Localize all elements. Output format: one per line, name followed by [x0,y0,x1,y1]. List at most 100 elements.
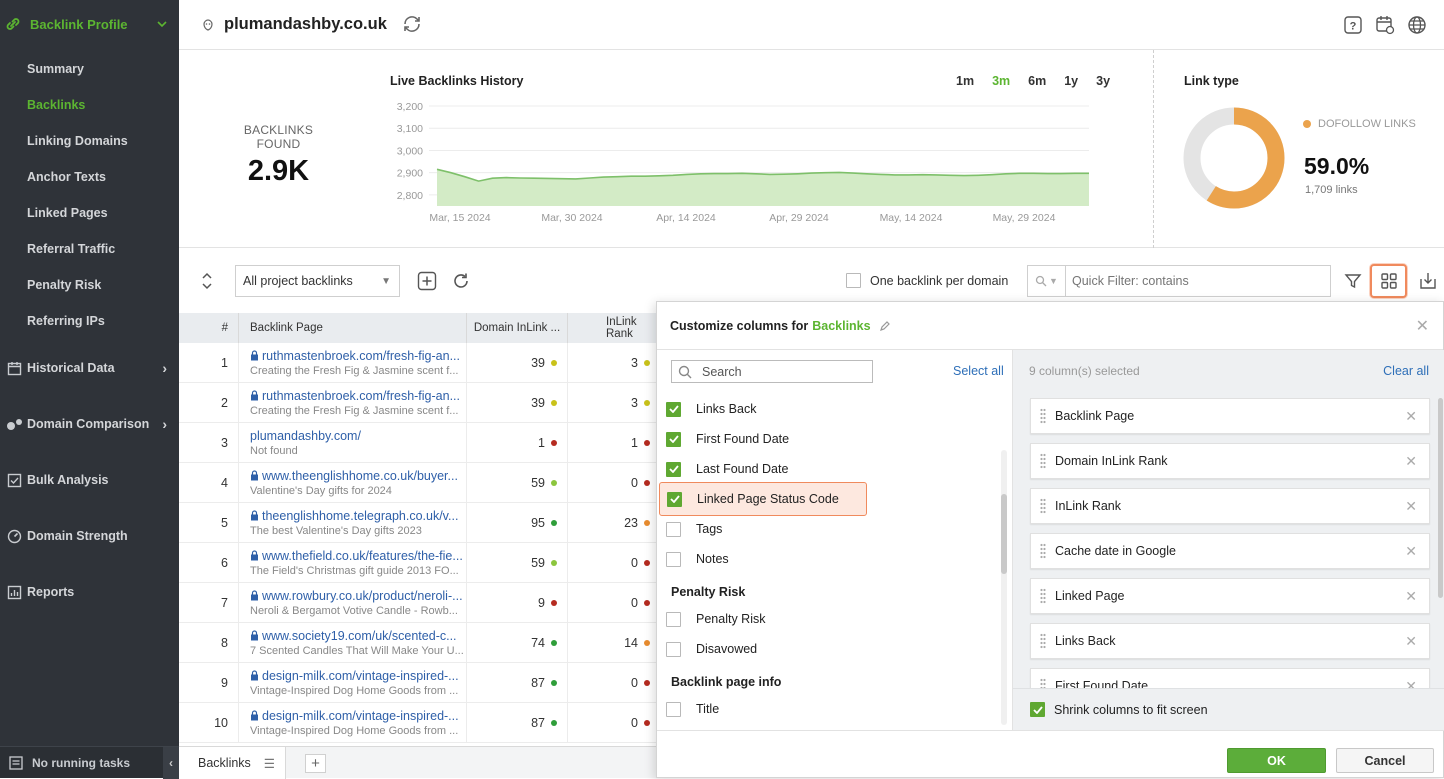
shrink-columns-option[interactable]: Shrink columns to fit screen [1013,688,1444,730]
sidebar-item-summary[interactable]: Summary [27,62,84,76]
sidebar-group-reports[interactable]: Reports [0,582,179,602]
table-row[interactable]: 4 www.theenglishhome.co.uk/buyer... Vale… [179,463,656,503]
menu-icon[interactable]: ☰ [264,756,275,771]
sidebar-item-linking-domains[interactable]: Linking Domains [27,134,128,148]
export-icon[interactable] [1418,271,1438,291]
option-linked-page-status-code[interactable]: Linked Page Status Code [659,482,867,516]
backlink-url[interactable]: plumandashby.com/ [250,429,466,443]
backlink-url[interactable]: www.theenglishhome.co.uk/buyer... [250,469,466,483]
option-first-found-date[interactable]: First Found Date [666,425,789,453]
collapse-sidebar-button[interactable]: ‹ [163,746,179,779]
selected-column-chip[interactable]: First Found Date ✕ [1030,668,1430,688]
column-header-inlink-rank[interactable]: InLink Rank [568,313,656,343]
drag-handle-icon[interactable] [1031,453,1055,469]
drag-handle-icon[interactable] [1031,633,1055,649]
column-header-number[interactable]: # [179,313,239,343]
backlink-url[interactable]: design-milk.com/vintage-inspired-... [250,709,466,723]
table-row[interactable]: 10 design-milk.com/vintage-inspired-... … [179,703,656,743]
quick-filter-input[interactable] [1066,274,1316,288]
checkbox[interactable] [666,521,681,537]
table-row[interactable]: 9 design-milk.com/vintage-inspired-... V… [179,663,656,703]
tab-backlinks[interactable]: Backlinks ☰ [179,747,286,779]
option-last-found-date[interactable]: Last Found Date [666,455,788,483]
selected-column-chip[interactable]: Domain InLink Rank ✕ [1030,443,1430,479]
backlink-url[interactable]: www.society19.com/uk/scented-c... [250,629,466,643]
checkbox[interactable] [666,551,681,567]
shrink-checkbox[interactable] [1030,702,1045,717]
backlink-url[interactable]: www.rowbury.co.uk/product/neroli-... [250,589,466,603]
remove-column-icon[interactable]: ✕ [1405,588,1417,605]
period-6m[interactable]: 6m [1028,74,1046,88]
selected-scrollbar[interactable] [1438,398,1443,688]
globe-icon[interactable] [1406,14,1428,36]
drag-handle-icon[interactable] [1031,543,1055,559]
cancel-button[interactable]: Cancel [1336,748,1434,773]
option-title[interactable]: Title [666,695,719,723]
filter-icon[interactable] [1343,271,1363,291]
period-1y[interactable]: 1y [1064,74,1078,88]
sidebar-item-anchor-texts[interactable]: Anchor Texts [27,170,106,184]
option-disavowed[interactable]: Disavowed [666,635,757,663]
one-per-domain-checkbox[interactable] [846,273,861,288]
filter-mode-dropdown[interactable]: ▼ [1028,266,1066,296]
clear-all-link[interactable]: Clear all [1383,364,1429,378]
remove-column-icon[interactable]: ✕ [1405,498,1417,515]
sidebar-group-bulk-analysis[interactable]: Bulk Analysis [0,470,179,490]
checkbox[interactable] [666,611,681,627]
checkbox[interactable] [666,701,681,717]
table-row[interactable]: 5 theenglishhome.telegraph.co.uk/v... Th… [179,503,656,543]
refresh-icon[interactable] [451,271,471,291]
table-row[interactable]: 2 ruthmastenbroek.com/fresh-fig-an... Cr… [179,383,656,423]
sidebar-group-historical-data[interactable]: Historical Data › [0,358,179,378]
one-backlink-per-domain[interactable]: One backlink per domain [846,273,1008,288]
table-row[interactable]: 6 www.thefield.co.uk/features/the-fie...… [179,543,656,583]
remove-column-icon[interactable]: ✕ [1405,408,1417,425]
sidebar-item-linked-pages[interactable]: Linked Pages [27,206,108,220]
add-icon[interactable] [417,271,437,291]
period-1m[interactable]: 1m [956,74,974,88]
schedule-icon[interactable] [1374,14,1396,36]
table-row[interactable]: 1 ruthmastenbroek.com/fresh-fig-an... Cr… [179,343,656,383]
remove-column-icon[interactable]: ✕ [1405,678,1417,689]
period-3y[interactable]: 3y [1096,74,1110,88]
close-icon[interactable]: ✕ [1416,316,1429,336]
drag-handle-icon[interactable] [1031,408,1055,424]
refresh-icon[interactable] [401,13,423,35]
period-3m[interactable]: 3m [992,74,1010,88]
column-search-field[interactable]: Search [671,360,873,383]
sidebar-group-domain-comparison[interactable]: Domain Comparison › [0,414,179,434]
option-tags[interactable]: Tags [666,515,722,543]
expand-collapse-icon[interactable] [201,270,213,292]
selected-column-chip[interactable]: Cache date in Google ✕ [1030,533,1430,569]
add-tab-button[interactable]: + [305,754,326,773]
backlink-url[interactable]: ruthmastenbroek.com/fresh-fig-an... [250,389,466,403]
checkbox[interactable] [666,401,681,417]
column-header-backlink-page[interactable]: Backlink Page [239,313,467,343]
remove-column-icon[interactable]: ✕ [1405,543,1417,560]
pencil-icon[interactable] [879,320,891,332]
drag-handle-icon[interactable] [1031,498,1055,514]
select-all-link[interactable]: Select all [953,364,1004,378]
option-links-back[interactable]: Links Back [666,395,756,423]
checkbox[interactable] [666,461,681,477]
remove-column-icon[interactable]: ✕ [1405,453,1417,470]
column-header-domain-inlink-rank[interactable]: Domain InLink ... [467,313,568,343]
ok-button[interactable]: OK [1227,748,1326,773]
backlink-url[interactable]: design-milk.com/vintage-inspired-... [250,669,466,683]
help-icon[interactable]: ? [1342,14,1364,36]
sidebar-header-backlink-profile[interactable]: Backlink Profile [0,0,179,48]
selected-column-chip[interactable]: Linked Page ✕ [1030,578,1430,614]
sidebar-item-backlinks[interactable]: Backlinks [27,98,85,112]
selected-column-chip[interactable]: Backlink Page ✕ [1030,398,1430,434]
sidebar-item-referral-traffic[interactable]: Referral Traffic [27,242,115,256]
checkbox[interactable] [667,491,682,507]
checkbox[interactable] [666,641,681,657]
backlinks-filter-select[interactable]: All project backlinks ▼ [235,265,400,297]
customize-columns-button[interactable] [1370,264,1407,298]
backlink-url[interactable]: theenglishhome.telegraph.co.uk/v... [250,509,466,523]
backlink-url[interactable]: www.thefield.co.uk/features/the-fie... [250,549,466,563]
checkbox[interactable] [666,431,681,447]
drag-handle-icon[interactable] [1031,678,1055,688]
table-row[interactable]: 7 www.rowbury.co.uk/product/neroli-... N… [179,583,656,623]
remove-column-icon[interactable]: ✕ [1405,633,1417,650]
